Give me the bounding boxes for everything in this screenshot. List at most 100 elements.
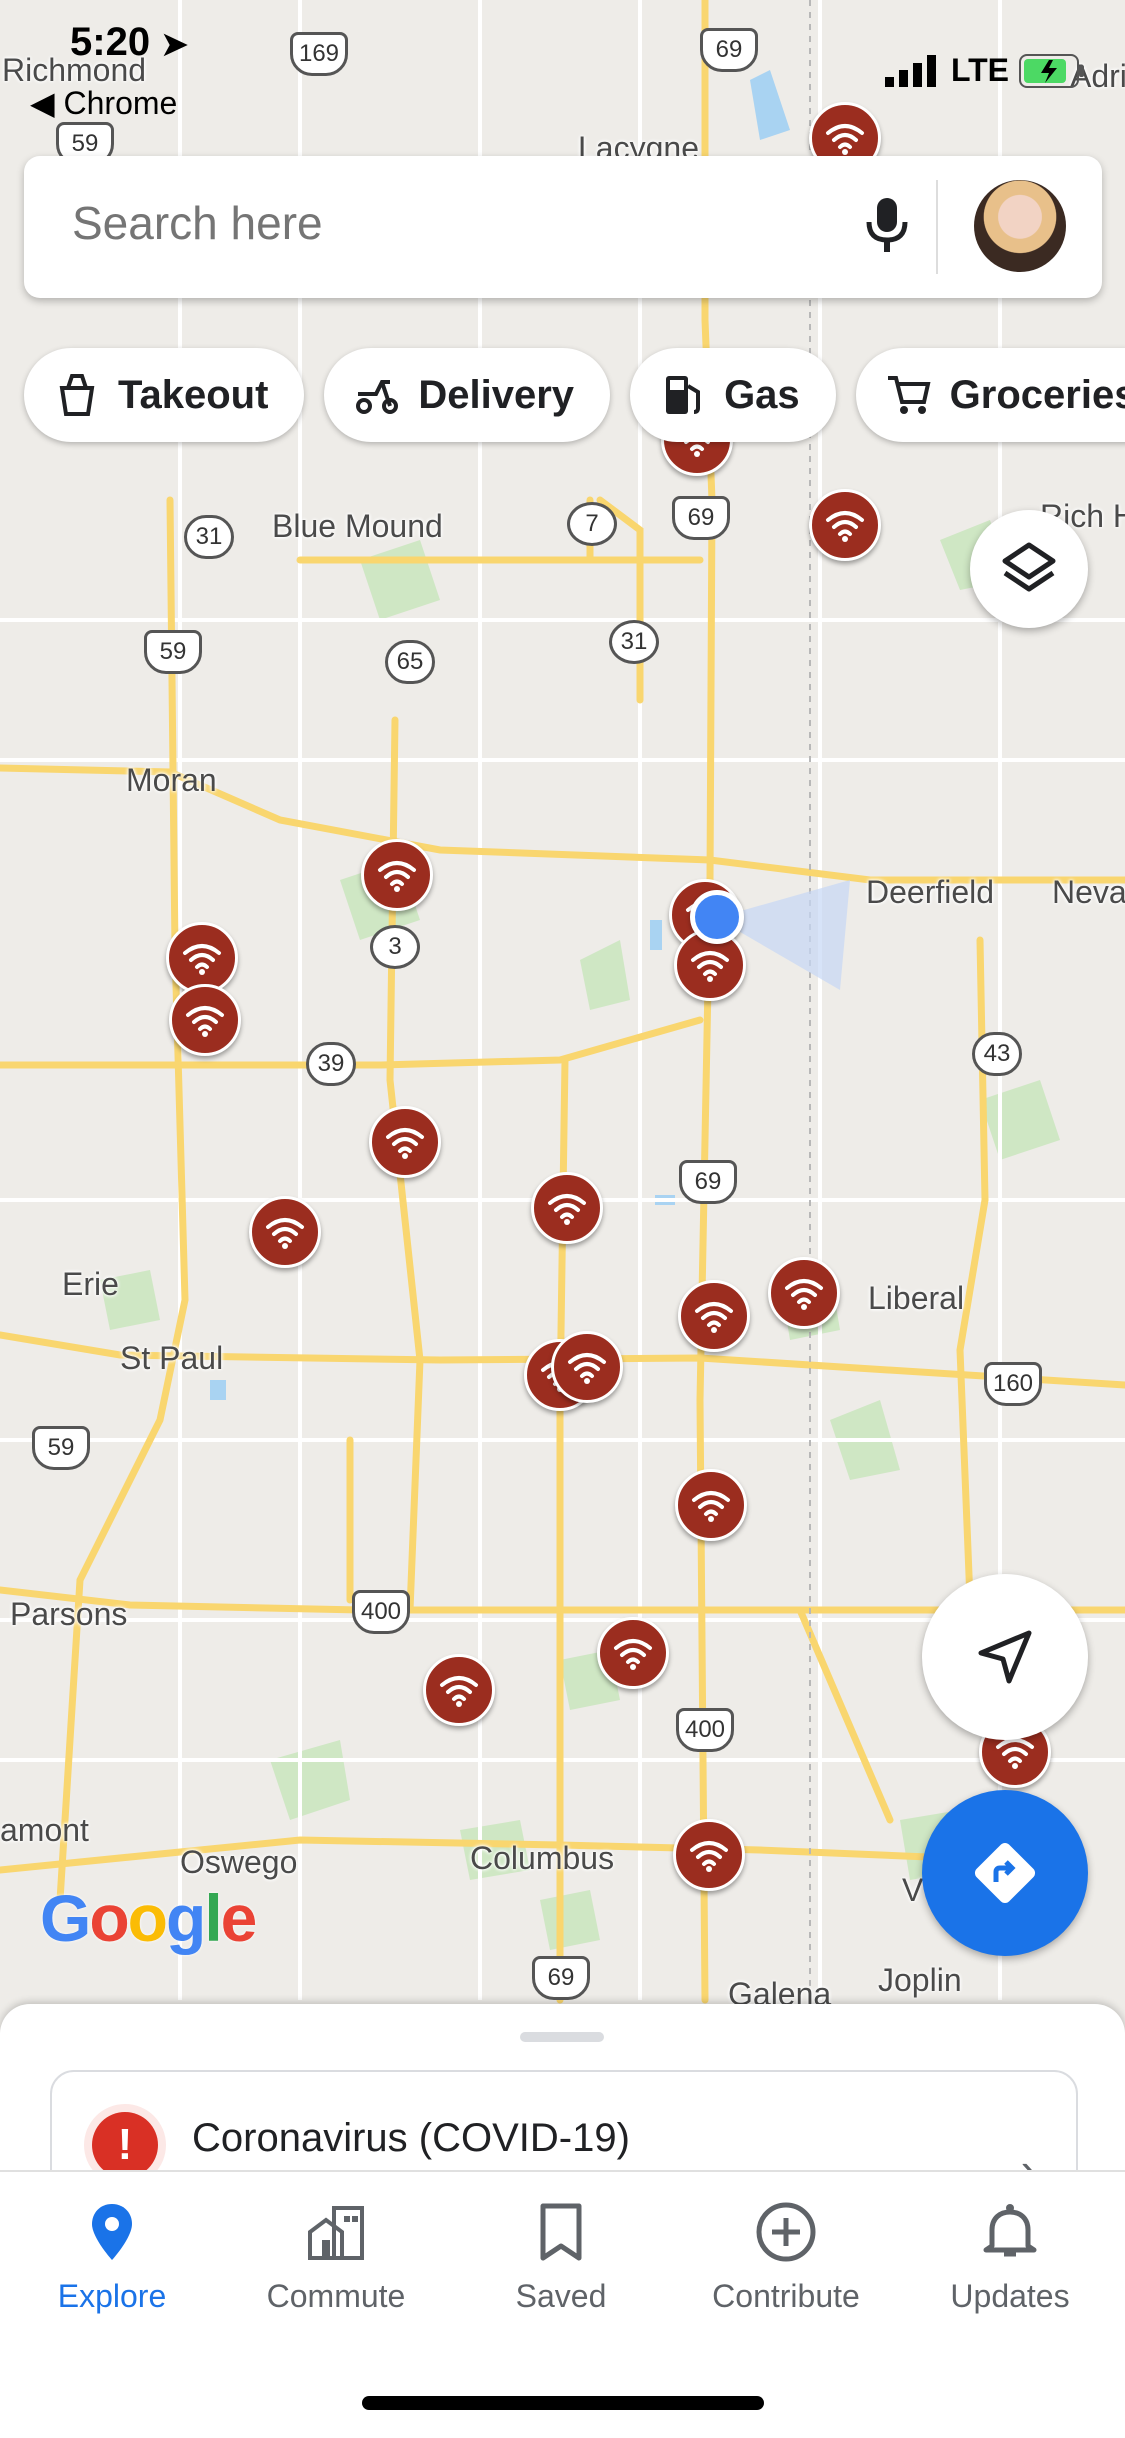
wifi-icon xyxy=(690,1841,728,1872)
chip-groceries[interactable]: Groceries xyxy=(855,348,1125,442)
wifi-icon xyxy=(692,1491,730,1522)
map-label-place[interactable]: amont xyxy=(0,1812,89,1849)
search-bar[interactable]: Search here xyxy=(24,156,1102,298)
nav-label: Updates xyxy=(950,2278,1070,2314)
microphone-icon[interactable] xyxy=(862,196,912,256)
chip-label: Gas xyxy=(724,372,800,417)
search-divider xyxy=(936,180,938,274)
wifi-icon xyxy=(826,124,864,155)
map-label-place[interactable]: St Paul xyxy=(120,1340,223,1377)
map-label-place[interactable]: Erie xyxy=(62,1266,119,1303)
nav-label: Contribute xyxy=(712,2278,860,2314)
map-label-place[interactable]: Moran xyxy=(126,762,217,799)
layers-icon xyxy=(1002,542,1056,592)
wifi-place-pin[interactable] xyxy=(361,839,433,911)
map-label-place[interactable]: Neva xyxy=(1052,874,1125,911)
route-shield: 69 xyxy=(672,496,730,540)
wifi-place-pin[interactable] xyxy=(597,1617,669,1689)
chip-label: Delivery xyxy=(418,372,575,417)
wifi-icon xyxy=(826,511,864,542)
route-shield: 39 xyxy=(306,1042,356,1086)
route-shield: 160 xyxy=(984,1362,1042,1406)
wifi-place-pin[interactable] xyxy=(169,984,241,1056)
wifi-icon xyxy=(378,861,416,892)
nav-saved[interactable]: Saved xyxy=(461,2200,661,2315)
wifi-icon xyxy=(695,1302,733,1333)
signal-icon xyxy=(884,54,936,87)
map-label-place[interactable]: V xyxy=(902,1872,923,1909)
wifi-icon xyxy=(386,1128,424,1159)
route-shield: 169 xyxy=(290,32,348,76)
directions-button[interactable] xyxy=(922,1790,1088,1956)
wifi-icon xyxy=(186,1006,224,1037)
map-label-place[interactable]: Columbus xyxy=(470,1840,614,1877)
gas-pump-icon xyxy=(666,376,701,414)
home-indicator[interactable] xyxy=(362,2396,764,2410)
wifi-place-pin[interactable] xyxy=(551,1331,623,1403)
wifi-place-pin[interactable] xyxy=(249,1196,321,1268)
wifi-icon xyxy=(568,1353,606,1384)
nav-commute[interactable]: Commute xyxy=(236,2200,436,2315)
navigation-arrow-icon xyxy=(978,1630,1032,1684)
wifi-place-pin[interactable] xyxy=(768,1257,840,1329)
wifi-place-pin[interactable] xyxy=(369,1106,441,1178)
cart-icon xyxy=(887,376,931,414)
my-location-button[interactable] xyxy=(922,1574,1088,1740)
wifi-icon xyxy=(440,1676,478,1707)
map-label-place[interactable]: Liberal xyxy=(868,1280,964,1317)
chip-label: Groceries xyxy=(949,372,1125,417)
route-shield: 59 xyxy=(32,1426,90,1470)
wifi-place-pin[interactable] xyxy=(675,1469,747,1541)
back-to-chrome[interactable]: ◀ Chrome xyxy=(30,84,177,122)
map-label-place[interactable]: Oswego xyxy=(180,1844,297,1881)
chip-delivery[interactable]: Delivery xyxy=(324,348,611,442)
wifi-place-pin[interactable] xyxy=(673,1819,745,1891)
wifi-icon xyxy=(614,1639,652,1670)
route-shield: 7 xyxy=(567,502,617,546)
route-shield: 43 xyxy=(972,1032,1022,1076)
route-shield: 65 xyxy=(385,640,435,684)
map-label-place[interactable]: Deerfield xyxy=(866,874,994,911)
route-shield: 69 xyxy=(532,1956,590,2000)
chip-gas[interactable]: Gas xyxy=(630,348,836,442)
route-shield: 69 xyxy=(679,1160,737,1204)
back-triangle-icon: ◀ xyxy=(30,85,55,121)
route-shield: 31 xyxy=(184,515,234,559)
nav-label: Saved xyxy=(515,2278,607,2314)
avatar[interactable] xyxy=(974,180,1066,272)
map-label-place[interactable]: Parsons xyxy=(10,1596,127,1633)
map-label-place[interactable]: Blue Mound xyxy=(272,508,443,545)
wifi-icon xyxy=(785,1279,823,1310)
route-shield: 59 xyxy=(144,630,202,674)
nav-explore[interactable]: Explore xyxy=(12,2200,212,2315)
battery-icon xyxy=(1019,53,1084,88)
wifi-place-pin[interactable] xyxy=(423,1654,495,1726)
map-label-place[interactable]: Joplin xyxy=(878,1962,962,1999)
wifi-place-pin[interactable] xyxy=(809,489,881,561)
status-indicators: LTE xyxy=(884,52,1085,89)
directions-icon xyxy=(974,1842,1036,1904)
route-shield: 400 xyxy=(676,1708,734,1752)
wifi-icon xyxy=(691,951,729,982)
route-shield: 31 xyxy=(609,620,659,664)
wifi-icon xyxy=(548,1194,586,1225)
covid-card-title: Coronavirus (COVID-19) xyxy=(192,2116,630,2160)
takeout-icon xyxy=(59,374,95,416)
search-input[interactable]: Search here xyxy=(72,196,323,250)
wifi-place-pin[interactable] xyxy=(531,1172,603,1244)
nav-updates[interactable]: Updates xyxy=(910,2200,1110,2315)
nav-label: Explore xyxy=(57,2278,167,2314)
commute-icon xyxy=(308,2206,364,2260)
nav-contribute[interactable]: Contribute xyxy=(686,2200,886,2315)
wifi-place-pin[interactable] xyxy=(678,1280,750,1352)
chip-label: Takeout xyxy=(118,372,269,417)
current-location-dot[interactable] xyxy=(690,890,744,944)
carrier-label: LTE xyxy=(950,52,1009,88)
location-arrow-icon: ➤ xyxy=(161,26,188,62)
bookmark-icon xyxy=(540,2203,582,2261)
chip-takeout[interactable]: Takeout xyxy=(24,348,305,442)
layers-button[interactable] xyxy=(970,510,1088,628)
route-shield: 3 xyxy=(370,925,420,969)
route-shield: 400 xyxy=(352,1590,410,1634)
sheet-drag-handle[interactable] xyxy=(520,2032,604,2042)
